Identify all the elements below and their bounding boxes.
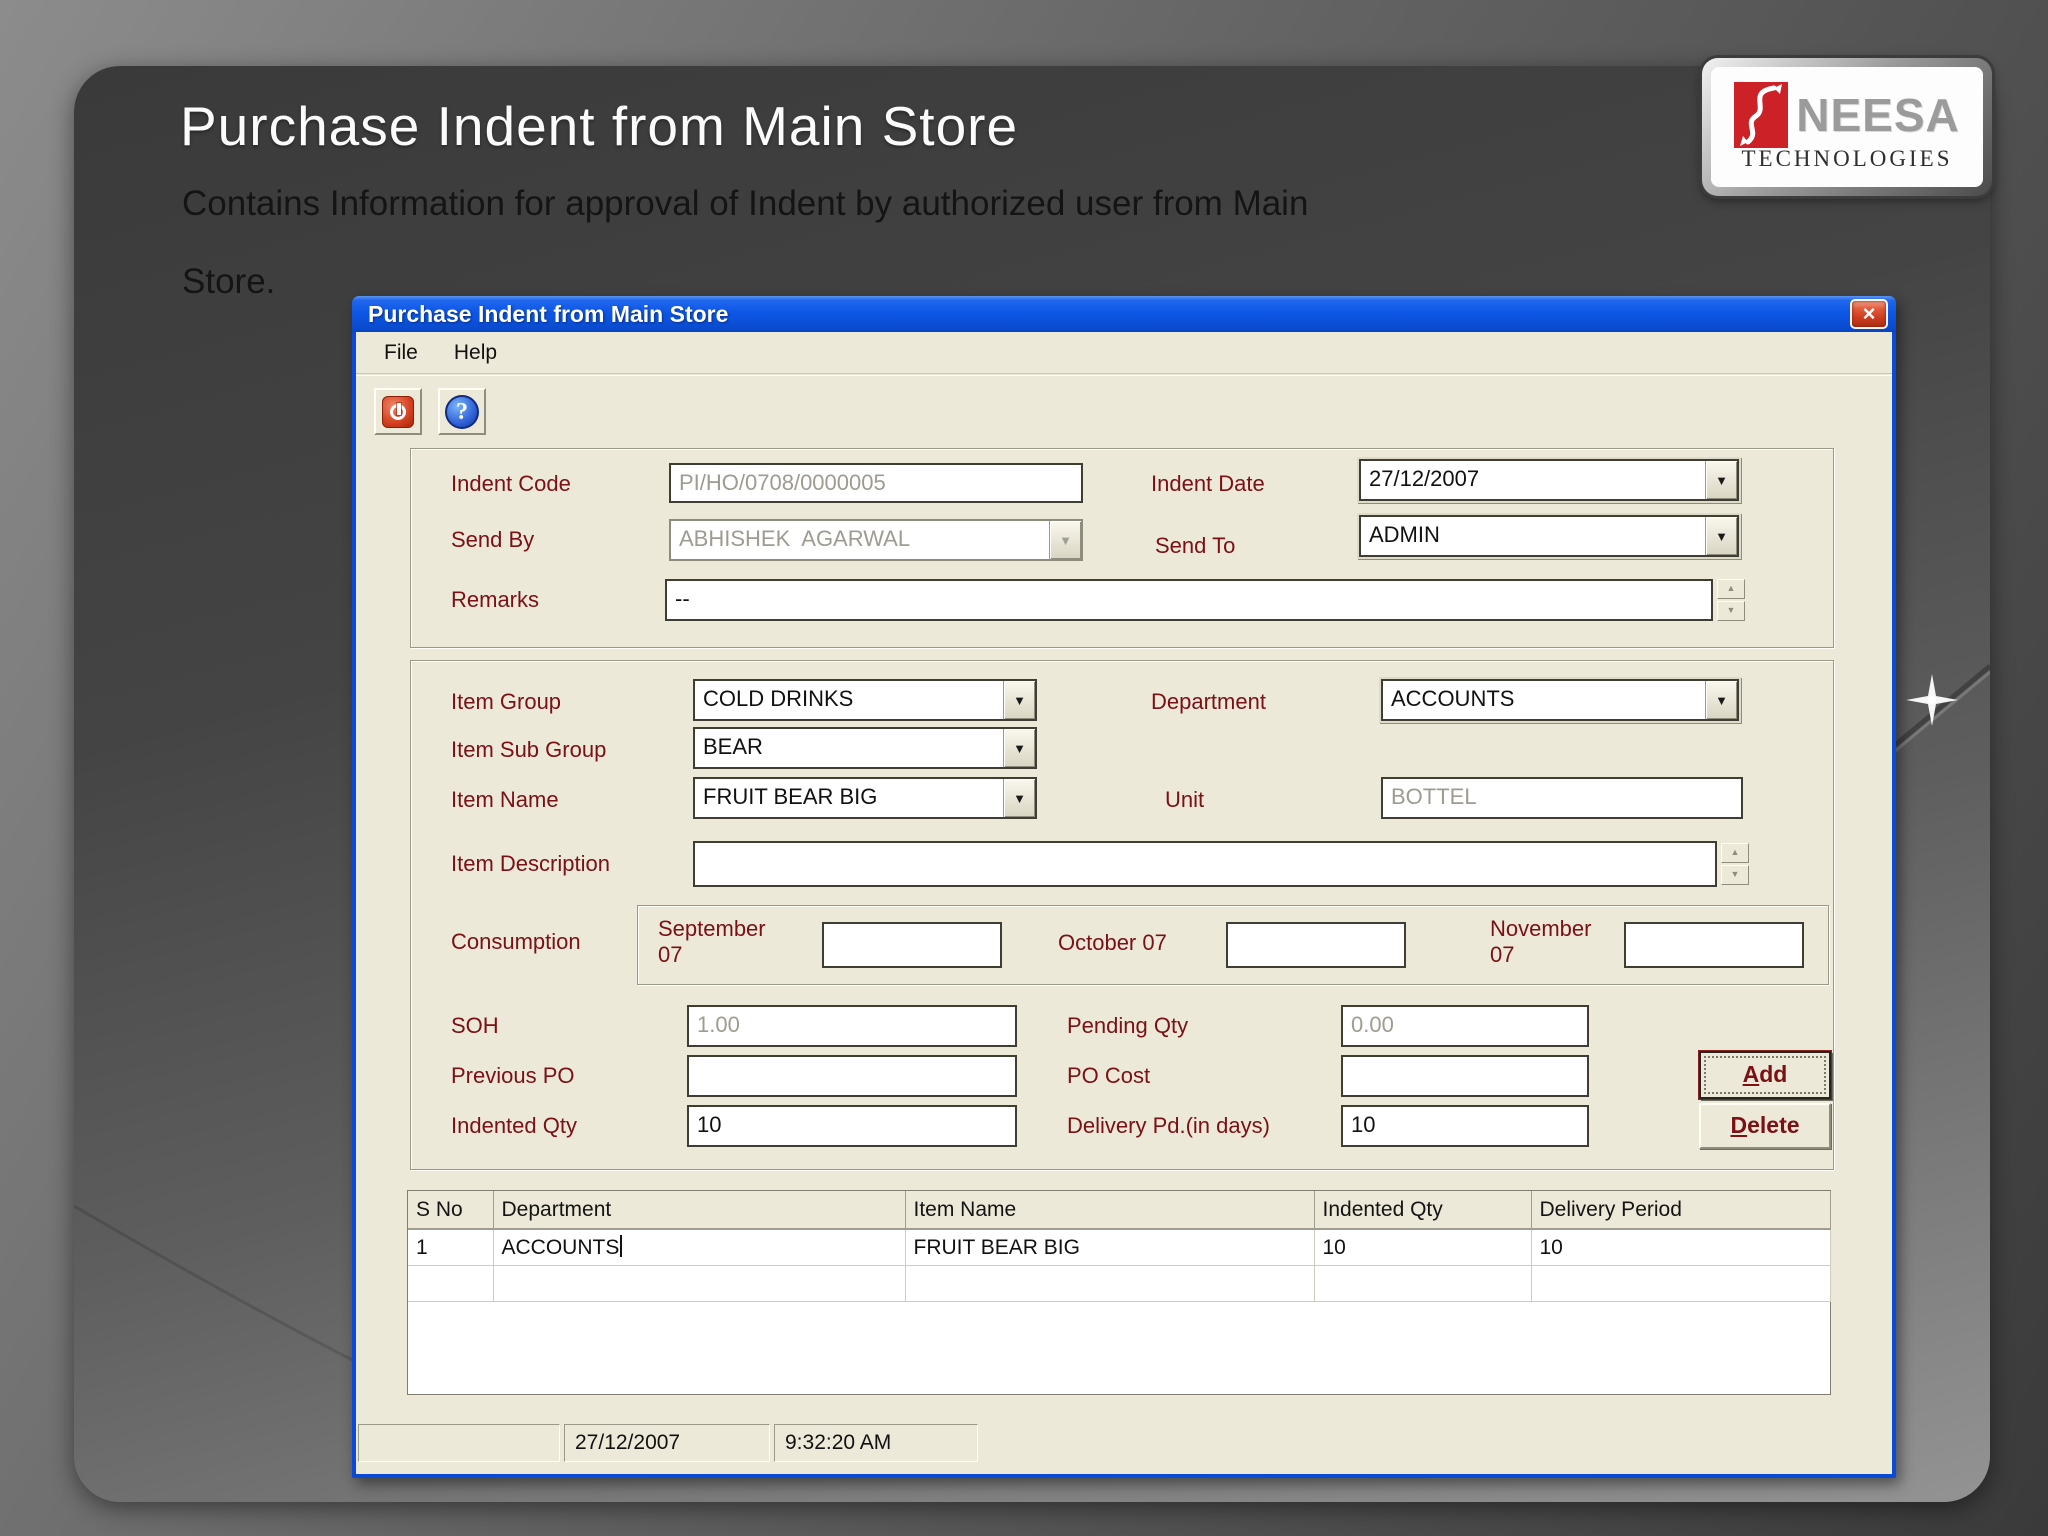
remarks-field[interactable]: -- [665,579,1713,621]
item-group-combo[interactable]: COLD DRINKS ▼ [693,679,1037,721]
status-pane-time: 9:32:20 AM [774,1424,978,1462]
exit-button[interactable] [374,388,422,435]
previous-po-label: Previous PO [451,1063,575,1088]
item-details-group: Item Group COLD DRINKS ▼ Department ACCO… [410,660,1834,1170]
indent-items-grid: S No Department Item Name Indented Qty D… [407,1190,1831,1395]
add-button[interactable]: Add [1699,1051,1831,1099]
page-background: Purchase Indent from Main Store Contains… [0,0,2048,1536]
grid-cell-item-name[interactable]: FRUIT BEAR BIG [905,1229,1315,1266]
item-sub-group-combo[interactable]: BEAR ▼ [693,727,1037,769]
help-icon: ? [445,394,479,429]
slide-subtitle-line1: Contains Information for approval of Ind… [182,184,1309,223]
indent-date-combo[interactable]: 27/12/2007 ▼ [1359,459,1739,501]
po-cost-label: PO Cost [1067,1063,1151,1088]
item-description-field[interactable] [693,841,1717,887]
menu-bar: File Help [356,332,1892,374]
grid-cell-indented-qty[interactable]: 10 [1314,1229,1532,1266]
help-button[interactable]: ? [438,388,486,435]
delete-button[interactable]: Delete [1699,1103,1831,1149]
grid-cell-sno[interactable]: 1 [408,1229,494,1266]
spin-down-icon[interactable]: ▼ [1717,601,1745,621]
pending-qty-field[interactable]: 0.00 [1341,1005,1589,1047]
chevron-down-icon[interactable]: ▼ [1705,681,1737,719]
logo-name: NEESA [1796,89,1960,141]
window-titlebar[interactable]: Purchase Indent from Main Store × [352,296,1896,332]
item-name-combo[interactable]: FRUIT BEAR BIG ▼ [693,777,1037,819]
chevron-down-icon[interactable]: ▼ [1003,729,1035,767]
power-icon [382,395,414,428]
consumption-september-field[interactable] [822,922,1002,968]
pending-qty-label: Pending Qty [1067,1013,1189,1038]
delivery-pd-field[interactable]: 10 [1341,1105,1589,1147]
grid-header-row: S No Department Item Name Indented Qty D… [408,1191,1831,1230]
chevron-down-icon[interactable]: ▼ [1003,681,1035,719]
soh-field[interactable]: 1.00 [687,1005,1017,1047]
status-bar: 27/12/2007 9:32:20 AM [358,1422,1886,1464]
column-header: Department [493,1191,906,1230]
send-to-label: Send To [1155,533,1236,558]
send-to-combo[interactable]: ADMIN ▼ [1359,515,1739,557]
status-pane-date: 27/12/2007 [564,1424,770,1462]
chevron-down-icon[interactable]: ▼ [1003,779,1035,817]
consumption-label: Consumption [451,929,581,954]
purchase-indent-window: Purchase Indent from Main Store × File H… [352,296,1896,1478]
column-header: Item Name [905,1191,1315,1230]
consumption-month-label: October 07 [1058,930,1167,955]
grid-cell-delivery-period[interactable]: 10 [1531,1229,1831,1266]
indent-code-field[interactable]: PI/HO/0708/0000005 [669,463,1083,503]
grid-cell-department[interactable]: ACCOUNTS [493,1229,906,1266]
table-row-empty [408,1265,1831,1302]
spin-up-icon[interactable]: ▲ [1721,843,1749,863]
consumption-month-label: September 07 [658,916,766,967]
remarks-label: Remarks [451,587,540,612]
department-label: Department [1151,689,1266,714]
status-pane-message [358,1424,560,1462]
window-title: Purchase Indent from Main Store [368,300,729,327]
indent-date-label: Indent Date [1151,471,1265,496]
item-description-label: Item Description [451,851,610,876]
chevron-down-icon[interactable]: ▼ [1705,517,1737,555]
close-icon: × [1862,301,1876,326]
delivery-pd-label: Delivery Pd.(in days) [1067,1113,1270,1138]
send-by-label: Send By [451,527,535,552]
item-name-label: Item Name [451,787,559,812]
unit-label: Unit [1165,787,1205,812]
consumption-october-field[interactable] [1226,922,1406,968]
spin-up-icon[interactable]: ▲ [1717,579,1745,599]
slide-title: Purchase Indent from Main Store [180,95,1019,157]
item-description-spinner: ▲ ▼ [1721,843,1749,885]
sparkle-icon [1906,674,1958,726]
company-logo: NEESA TECHNOLOGIES [1702,58,1992,196]
logo-emblem-icon [1734,82,1789,148]
text-cursor [620,1235,623,1257]
indented-qty-field[interactable]: 10 [687,1105,1017,1147]
consumption-november-field[interactable] [1624,922,1804,968]
send-by-combo[interactable]: ABHISHEK AGARWAL ▼ [669,519,1083,561]
consumption-panel: September 07 October 07 November 07 [637,905,1829,985]
table-row: 1 ACCOUNTS FRUIT BEAR BIG 10 10 [408,1229,1831,1266]
column-header: S No [408,1191,494,1230]
unit-field[interactable]: BOTTEL [1381,777,1743,819]
indented-qty-label: Indented Qty [451,1113,577,1138]
menu-file[interactable]: File [368,337,434,369]
item-sub-group-label: Item Sub Group [451,737,607,762]
po-cost-field[interactable] [1341,1055,1589,1097]
chevron-down-icon: ▼ [1049,521,1081,559]
column-header: Delivery Period [1531,1191,1831,1230]
soh-label: SOH [451,1013,499,1038]
item-group-label: Item Group [451,689,562,714]
department-combo[interactable]: ACCOUNTS ▼ [1381,679,1739,721]
consumption-month-label: November 07 [1490,916,1592,967]
chevron-down-icon[interactable]: ▼ [1705,461,1737,499]
remarks-spinner: ▲ ▼ [1717,579,1745,621]
indent-code-label: Indent Code [451,471,571,496]
close-button[interactable]: × [1850,299,1888,329]
indent-header-group: Indent Code PI/HO/0708/0000005 Indent Da… [410,448,1834,648]
previous-po-field[interactable] [687,1055,1017,1097]
toolbar: ? [356,375,1892,447]
menu-help[interactable]: Help [438,337,513,369]
column-header: Indented Qty [1314,1191,1532,1230]
spin-down-icon[interactable]: ▼ [1721,865,1749,885]
logo-subtitle: TECHNOLOGIES [1741,146,1953,171]
